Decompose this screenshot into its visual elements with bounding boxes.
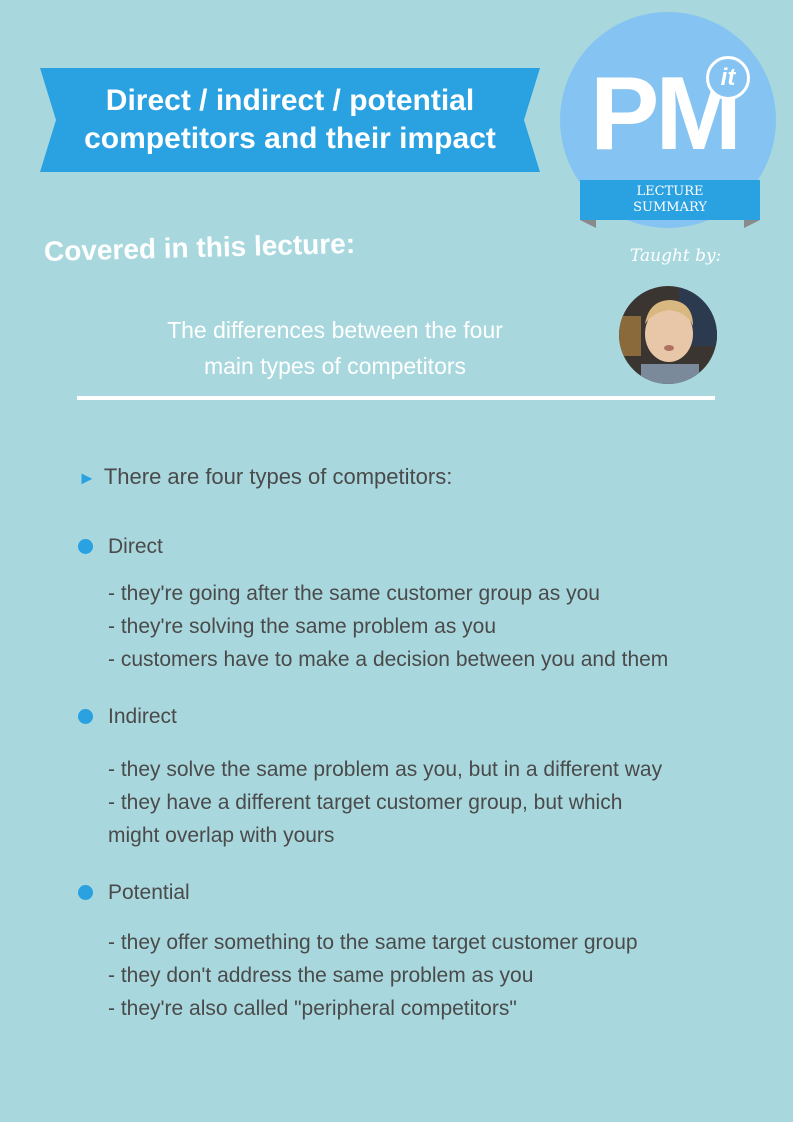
section-heading-indirect: Indirect [78,705,177,729]
section-lines-potential: - they offer something to the same targe… [108,926,638,1025]
section-heading-potential: Potential [78,881,190,905]
section-lines-indirect: - they solve the same problem as you, bu… [108,753,662,852]
bullet-dot-icon [78,539,93,554]
ribbon-line1: LECTURE [636,184,704,199]
section-heading-text: Direct [108,535,163,558]
bullet-line: - they have a different target customer … [108,791,623,814]
bullet-line: - they're going after the same customer … [108,582,600,605]
instructor-avatar [619,286,717,384]
bullet-dot-icon [78,885,93,900]
bullet-line: might overlap with yours [108,824,335,847]
logo-it-badge: it [706,56,750,100]
covered-heading: Covered in this lecture: [43,227,356,267]
section-heading-text: Indirect [108,705,177,728]
section-heading-direct: Direct [78,535,163,559]
section-divider [77,396,715,400]
bullet-line: - they offer something to the same targe… [108,931,638,954]
page-title: Direct / indirect / potential competitor… [40,68,540,172]
section-lines-direct: - they're going after the same customer … [108,577,668,676]
pm-it-logo: PM it LECTURE SUMMARY [560,12,776,228]
ribbon-fold-right [744,220,760,228]
ribbon-fold-left [580,220,596,228]
bullet-line: - they're solving the same problem as yo… [108,615,497,638]
bullet-dot-icon [78,709,93,724]
lecture-subtitle: The differences between the four main ty… [100,312,570,384]
ribbon-line2: SUMMARY [633,200,707,215]
bullet-line: - they don't address the same problem as… [108,964,534,987]
lecture-summary-ribbon: LECTURE SUMMARY [580,180,760,220]
subtitle-line1: The differences between the four [167,317,503,343]
taught-by-label: Taught by: [630,246,722,266]
page-title-line1: Direct / indirect / potential [105,84,475,117]
play-arrow-icon: ► [78,468,96,488]
bullet-line: - customers have to make a decision betw… [108,648,669,671]
instructor-photo [619,286,717,384]
page-title-line2: competitors and their impact [84,122,496,155]
subtitle-line2: main types of competitors [203,353,467,379]
section-heading-text: Potential [108,881,190,904]
intro-line: ► There are four types of competitors: [78,464,452,490]
intro-text: There are four types of competitors: [103,464,453,489]
bullet-line: - they solve the same problem as you, bu… [108,758,663,781]
bullet-line: - they're also called "peripheral compet… [108,997,517,1020]
title-banner: Direct / indirect / potential competitor… [40,68,540,172]
